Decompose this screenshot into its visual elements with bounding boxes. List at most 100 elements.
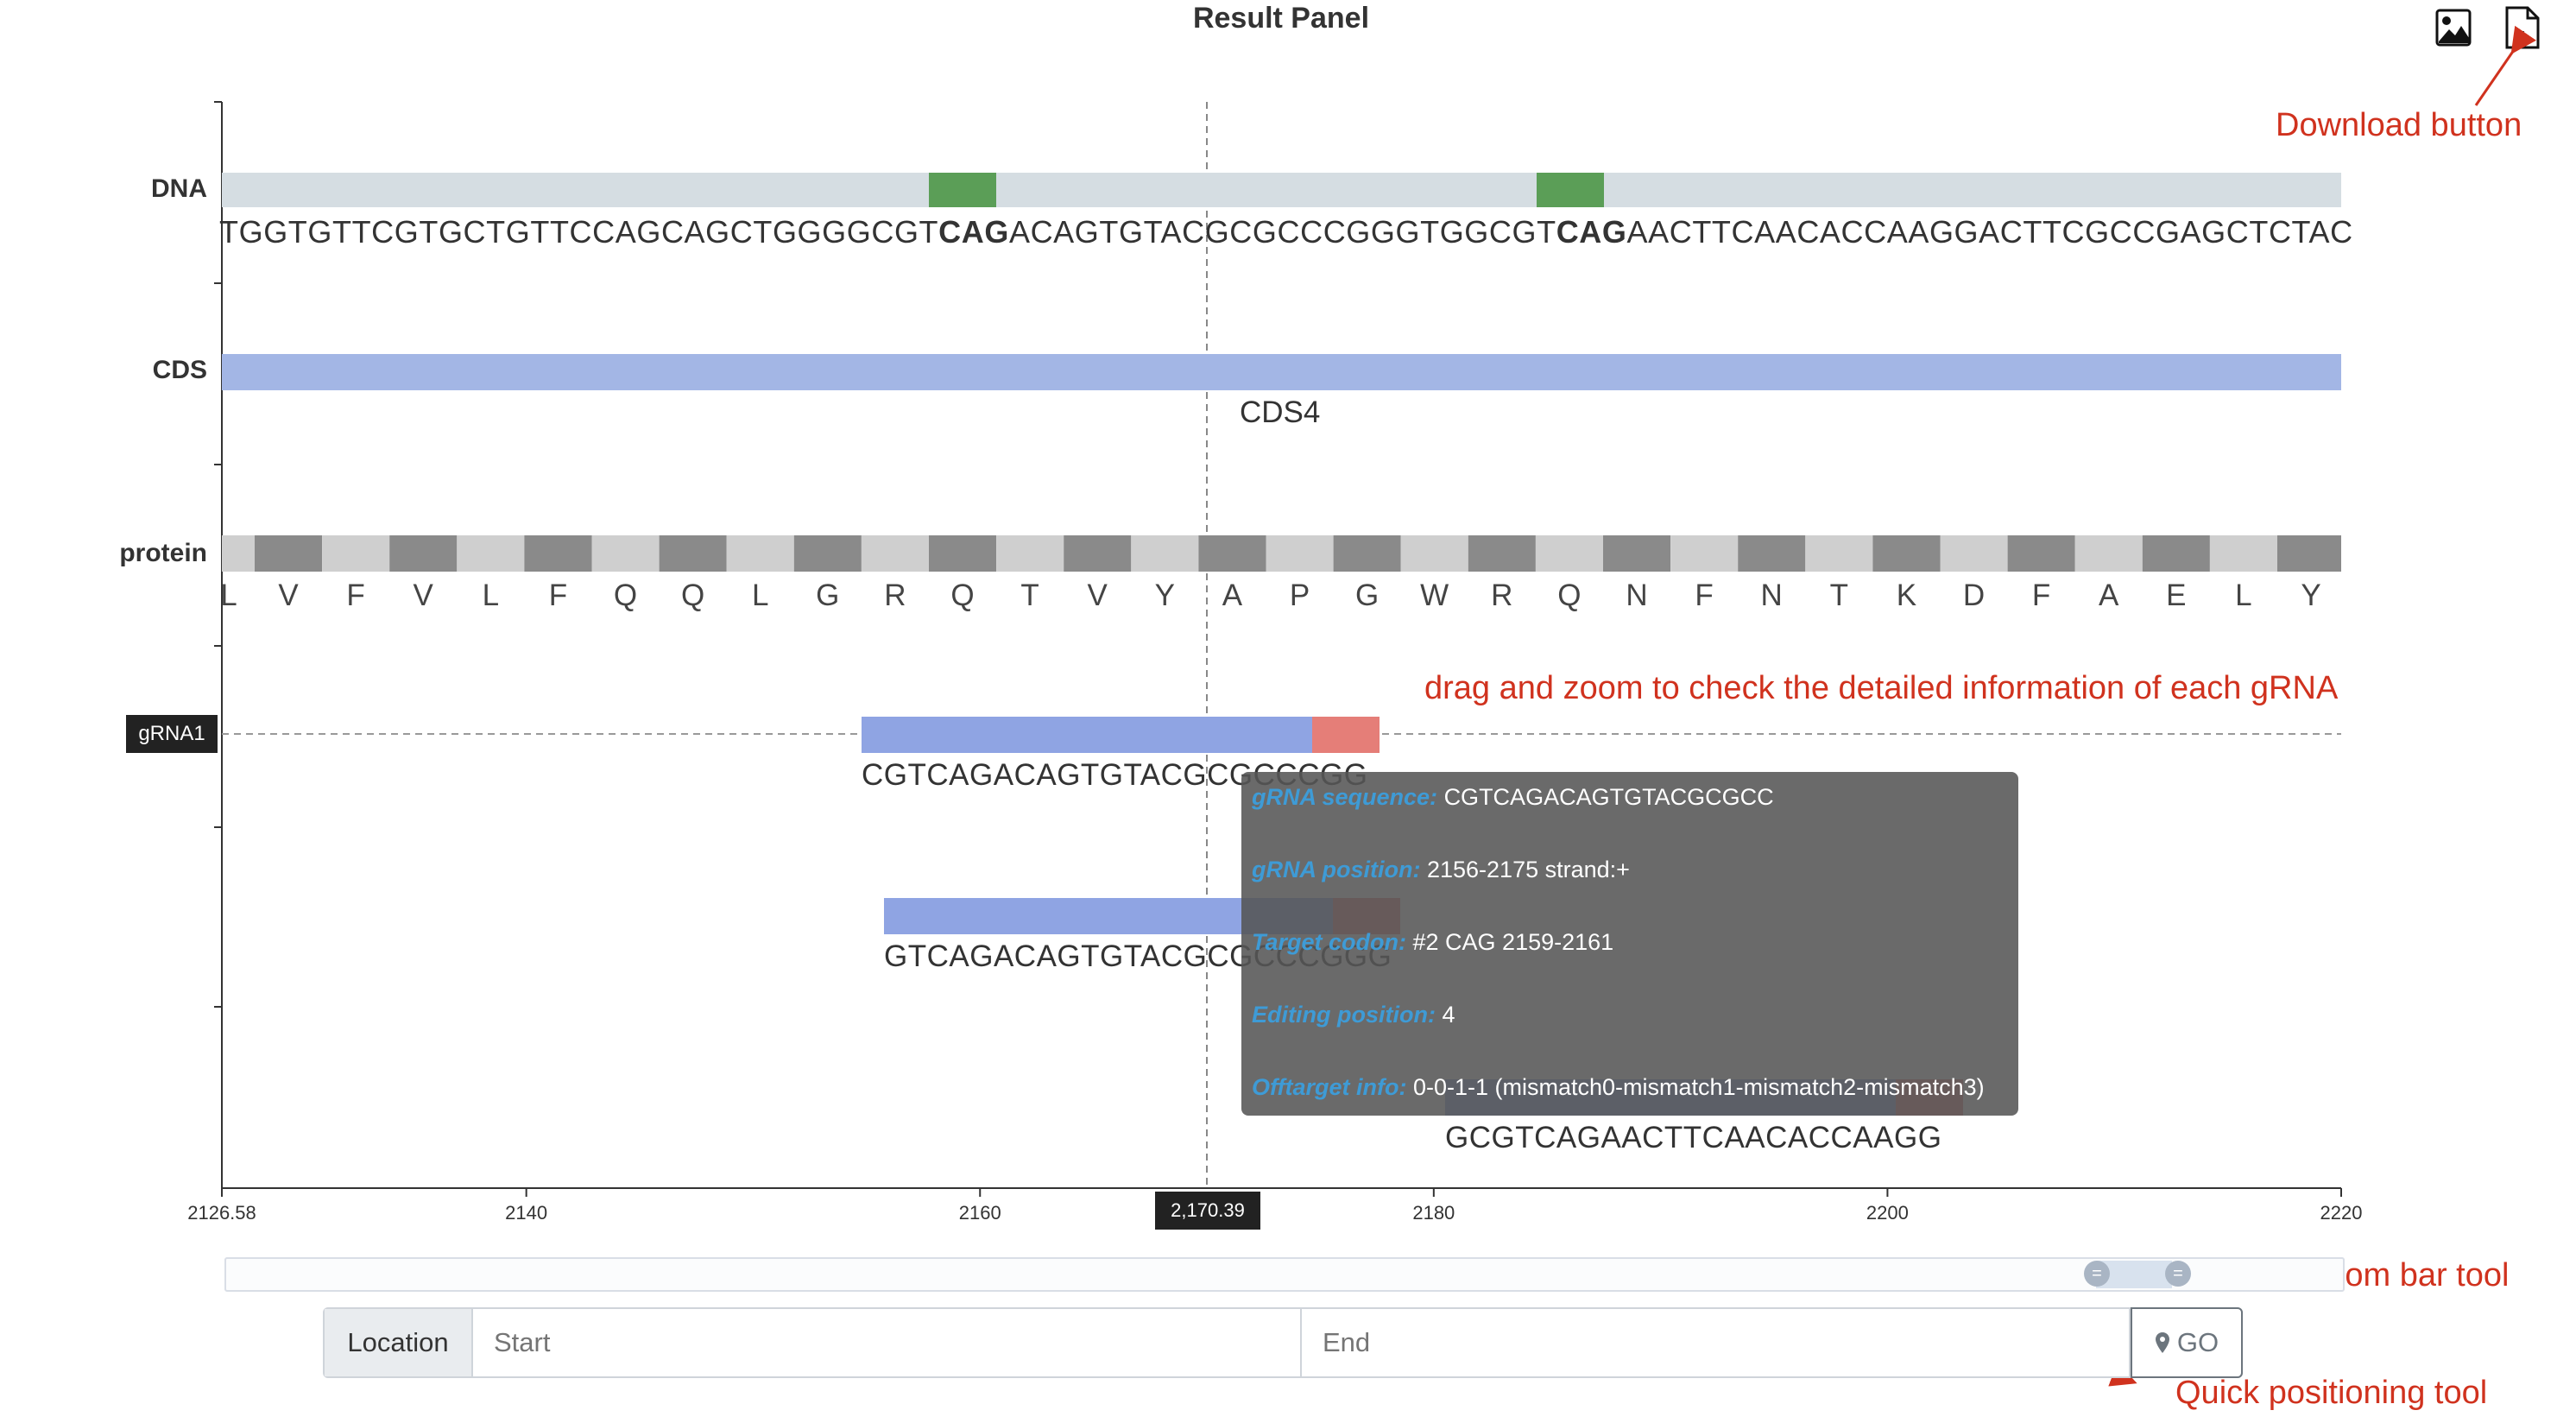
x-axis-tick-label: 2126.58 [187,1202,256,1224]
protein-block [1333,535,1401,572]
protein-block [322,535,390,572]
codon-highlight-2 [1537,173,1604,207]
protein-block [2142,535,2210,572]
amino-acid-label: T [1020,579,1039,612]
amino-acid-label: F [346,579,365,612]
x-axis-tick-label: 2140 [505,1202,548,1224]
dna-sequence: TGGTGTTCGTGCTGTTCCAGCAGCTGGGGCGTCAGACAGT… [219,214,2353,250]
cursor-value-badge: 2,170.39 [1155,1192,1260,1230]
protein-block [524,535,592,572]
protein-block [2007,535,2075,572]
protein-block [1400,535,1468,572]
amino-acid-label: F [2031,579,2051,612]
amino-acid-label: N [1626,579,1648,612]
x-axis-tick-label: 2180 [1412,1202,1455,1224]
protein-block [996,535,1064,572]
grna-tooltip: gRNA sequence: CGTCAGACAGTGTACGCGCC gRNA… [1241,772,2018,1116]
protein-block [255,535,323,572]
amino-acid-label: F [1695,579,1714,612]
codon-highlight-1 [929,173,996,207]
protein-block [1198,535,1266,572]
codon-2: CAG [1556,214,1627,250]
tooltip-codon-key: Target codon: [1252,929,1406,955]
start-input[interactable] [473,1309,1302,1376]
amino-acid-label: E [2166,579,2187,612]
tooltip-offtarget-value: 0-0-1-1 (mismatch0-mismatch1-mismatch2-m… [1413,1074,1985,1100]
zoom-handle-left-icon[interactable]: = [2084,1261,2110,1287]
amino-acid-label: W [1420,579,1449,612]
protein-block [222,535,255,572]
protein-block [2277,535,2341,572]
grna1-pam [1312,717,1380,753]
amino-acid-label: Q [613,579,638,612]
amino-acid-label: Q [950,579,975,612]
protein-block [1940,535,2008,572]
protein-block [2074,535,2143,572]
end-input[interactable] [1302,1309,2131,1376]
amino-acid-label: G [1354,579,1380,612]
cds-track [222,354,2341,390]
amino-acid-label: N [1760,579,1783,612]
protein-track-label: protein [119,539,207,567]
amino-acid-label: D [1962,579,1986,612]
protein-block [1064,535,1132,572]
protein-block [1872,535,1941,572]
amino-acid-label: V [413,579,433,612]
cds-track-label: CDS [152,356,207,384]
tooltip-edit-value: 4 [1442,1002,1455,1028]
grna1-body [862,717,1312,753]
amino-acid-label: Q [1557,579,1582,612]
amino-acid-label: A [1222,579,1243,612]
amino-acid-label: R [1491,579,1513,612]
go-button-label: GO [2176,1327,2219,1357]
amino-acid-label: A [2099,579,2119,612]
map-pin-icon [2155,1332,2169,1353]
amino-acid-label: Y [2301,579,2321,612]
protein-block [726,535,794,572]
location-addon: Location [325,1309,473,1376]
amino-acid-label: L [220,579,237,612]
protein-block [1603,535,1671,572]
amino-acid-label: V [278,579,299,612]
tooltip-codon-value: #2 CAG 2159-2161 [1412,929,1614,955]
zoom-bar[interactable]: = = [224,1257,2345,1292]
go-button[interactable]: GO [2131,1307,2243,1378]
protein-block [1738,535,1806,572]
protein-block [1131,535,1199,572]
amino-acid-label: Q [680,579,705,612]
tooltip-pos-key: gRNA position: [1252,857,1421,882]
protein-block [793,535,862,572]
zoom-handle-right-icon[interactable]: = [2165,1261,2191,1287]
amino-acid-label: Y [1154,579,1175,612]
amino-acid-label: L [751,579,769,612]
grna1-label-badge: gRNA1 [126,715,218,753]
tooltip-pos-value: 2156-2175 strand:+ [1426,857,1630,882]
tooltip-edit-key: Editing position: [1252,1002,1436,1028]
protein-block [1670,535,1739,572]
x-axis-tick-label: 2200 [1866,1202,1909,1224]
amino-acid-label: K [1896,579,1917,612]
dna-track [222,173,2341,207]
amino-acid-label: L [482,579,500,612]
protein-block [591,535,660,572]
grna3-sequence[interactable]: GCGTCAGAACTTCAACACCAAGG [1445,1121,1941,1155]
protein-block [659,535,727,572]
amino-acid-label: F [548,579,568,612]
protein-block [1535,535,1603,572]
codon-1: CAG [938,214,1009,250]
x-axis-tick-label: 2220 [2320,1202,2363,1224]
amino-acid-label: V [1087,579,1108,612]
dna-track-label: DNA [151,174,207,203]
protein-block [1805,535,1873,572]
protein-block [457,535,525,572]
tooltip-seq-key: gRNA sequence: [1252,784,1438,810]
amino-acid-label: T [1829,579,1848,612]
tooltip-offtarget-key: Offtarget info: [1252,1074,1407,1100]
protein-block [1468,535,1536,572]
amino-acid-label: P [1289,579,1310,612]
tooltip-seq-value: CGTCAGACAGTGTACGCGCC [1443,784,1774,810]
protein-block [861,535,929,572]
amino-acid-label: R [884,579,906,612]
quick-positioning-tool: Location GO [323,1307,2243,1378]
protein-block [1266,535,1334,572]
